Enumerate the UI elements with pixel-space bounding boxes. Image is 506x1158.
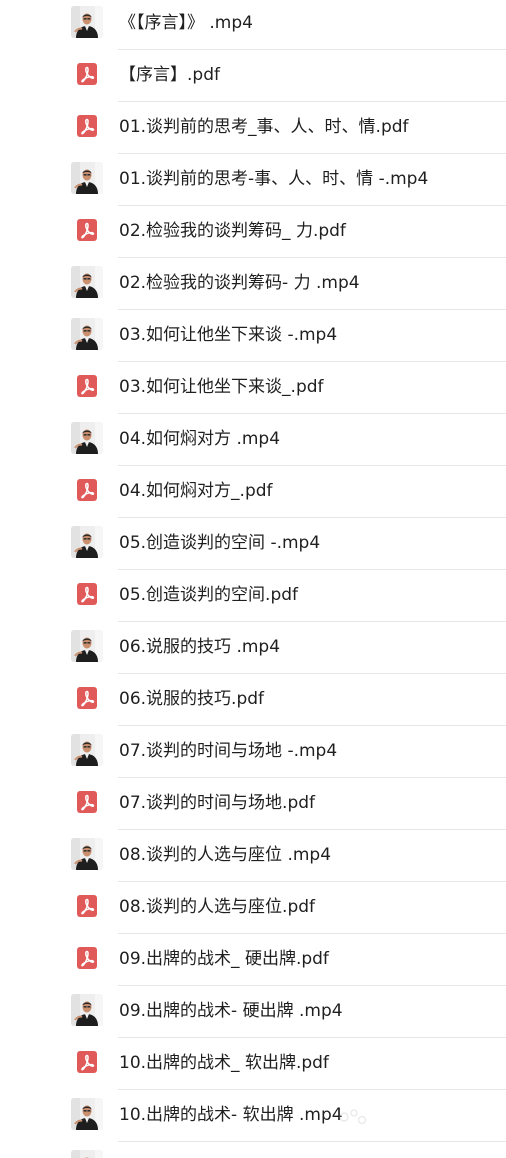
- file-name: 10.出牌的战术- 软出牌 .mp4: [119, 1105, 343, 1125]
- file-row[interactable]: 06.说服的技巧 .mp4: [0, 622, 506, 674]
- file-row[interactable]: 06.说服的技巧.pdf: [0, 674, 506, 726]
- file-row[interactable]: [0, 1142, 506, 1158]
- video-thumbnail-icon: [71, 318, 103, 350]
- file-row[interactable]: 04.如何焖对方 .mp4: [0, 414, 506, 466]
- file-name: 06.说服的技巧 .mp4: [119, 637, 281, 657]
- file-row[interactable]: 03.如何让他坐下来谈_.pdf: [0, 362, 506, 414]
- file-row[interactable]: 05.创造谈判的空间 -.mp4: [0, 518, 506, 570]
- file-name: 04.如何焖对方 .mp4: [119, 429, 281, 449]
- pdf-icon: [77, 791, 97, 813]
- video-thumbnail-icon: [71, 162, 103, 194]
- pdf-icon: [77, 375, 97, 397]
- pdf-icon: [77, 479, 97, 501]
- video-thumbnail-icon: [71, 1098, 103, 1130]
- file-name: 03.如何让他坐下来谈_.pdf: [119, 377, 324, 397]
- file-name: 【序言】.pdf: [119, 65, 220, 85]
- video-thumbnail-icon: [71, 266, 103, 298]
- file-row[interactable]: 02.检验我的谈判筹码_ 力.pdf: [0, 206, 506, 258]
- file-row[interactable]: 01.谈判前的思考_事、人、时、情.pdf: [0, 102, 506, 154]
- video-thumbnail-icon: [71, 838, 103, 870]
- pdf-icon: [77, 687, 97, 709]
- file-name: 08.谈判的人选与座位.pdf: [119, 897, 316, 917]
- file-name: 04.如何焖对方_.pdf: [119, 481, 273, 501]
- file-name: 10.出牌的战术_ 软出牌.pdf: [119, 1053, 329, 1073]
- file-row[interactable]: 03.如何让他坐下来谈 -.mp4: [0, 310, 506, 362]
- watermark-icon: [339, 1109, 367, 1125]
- file-row[interactable]: 【序言】.pdf: [0, 50, 506, 102]
- file-row[interactable]: 01.谈判前的思考-事、人、时、情 -.mp4: [0, 154, 506, 206]
- file-name: 07.谈判的时间与场地.pdf: [119, 793, 316, 813]
- video-thumbnail-icon: [71, 1150, 103, 1158]
- file-name: 06.说服的技巧.pdf: [119, 689, 265, 709]
- file-name: 07.谈判的时间与场地 -.mp4: [119, 741, 338, 761]
- file-name: 08.谈判的人选与座位 .mp4: [119, 845, 332, 865]
- video-thumbnail-icon: [71, 526, 103, 558]
- pdf-icon: [77, 63, 97, 85]
- file-row[interactable]: 04.如何焖对方_.pdf: [0, 466, 506, 518]
- file-name: 02.检验我的谈判筹码_ 力.pdf: [119, 221, 346, 241]
- file-row[interactable]: 10.出牌的战术- 软出牌 .mp4: [0, 1090, 506, 1142]
- pdf-icon: [77, 895, 97, 917]
- file-name: 05.创造谈判的空间.pdf: [119, 585, 299, 605]
- file-name: 01.谈判前的思考_事、人、时、情.pdf: [119, 117, 409, 137]
- video-thumbnail-icon: [71, 734, 103, 766]
- file-name: 09.出牌的战术_ 硬出牌.pdf: [119, 949, 329, 969]
- file-name: 09.出牌的战术- 硬出牌 .mp4: [119, 1001, 343, 1021]
- file-list: 《【序言】》 .mp4 【序言】.pdf 01.谈判前的思考_事、人、时、情.pdf…: [0, 0, 506, 1158]
- file-name: 01.谈判前的思考-事、人、时、情 -.mp4: [119, 169, 429, 189]
- pdf-icon: [77, 1051, 97, 1073]
- file-row[interactable]: 10.出牌的战术_ 软出牌.pdf: [0, 1038, 506, 1090]
- file-row[interactable]: 02.检验我的谈判筹码- 力 .mp4: [0, 258, 506, 310]
- file-row[interactable]: 08.谈判的人选与座位.pdf: [0, 882, 506, 934]
- file-row[interactable]: 《【序言】》 .mp4: [0, 0, 506, 50]
- file-name: 03.如何让他坐下来谈 -.mp4: [119, 325, 338, 345]
- video-thumbnail-icon: [71, 6, 103, 38]
- file-row[interactable]: 09.出牌的战术_ 硬出牌.pdf: [0, 934, 506, 986]
- pdf-icon: [77, 115, 97, 137]
- pdf-icon: [77, 219, 97, 241]
- pdf-icon: [77, 947, 97, 969]
- file-row[interactable]: 05.创造谈判的空间.pdf: [0, 570, 506, 622]
- file-row[interactable]: 09.出牌的战术- 硬出牌 .mp4: [0, 986, 506, 1038]
- file-name: 《【序言】》 .mp4: [119, 13, 253, 33]
- file-name: 05.创造谈判的空间 -.mp4: [119, 533, 321, 553]
- file-row[interactable]: 08.谈判的人选与座位 .mp4: [0, 830, 506, 882]
- pdf-icon: [77, 583, 97, 605]
- file-row[interactable]: 07.谈判的时间与场地.pdf: [0, 778, 506, 830]
- video-thumbnail-icon: [71, 630, 103, 662]
- video-thumbnail-icon: [71, 422, 103, 454]
- file-row[interactable]: 07.谈判的时间与场地 -.mp4: [0, 726, 506, 778]
- video-thumbnail-icon: [71, 994, 103, 1026]
- file-name: 02.检验我的谈判筹码- 力 .mp4: [119, 273, 360, 293]
